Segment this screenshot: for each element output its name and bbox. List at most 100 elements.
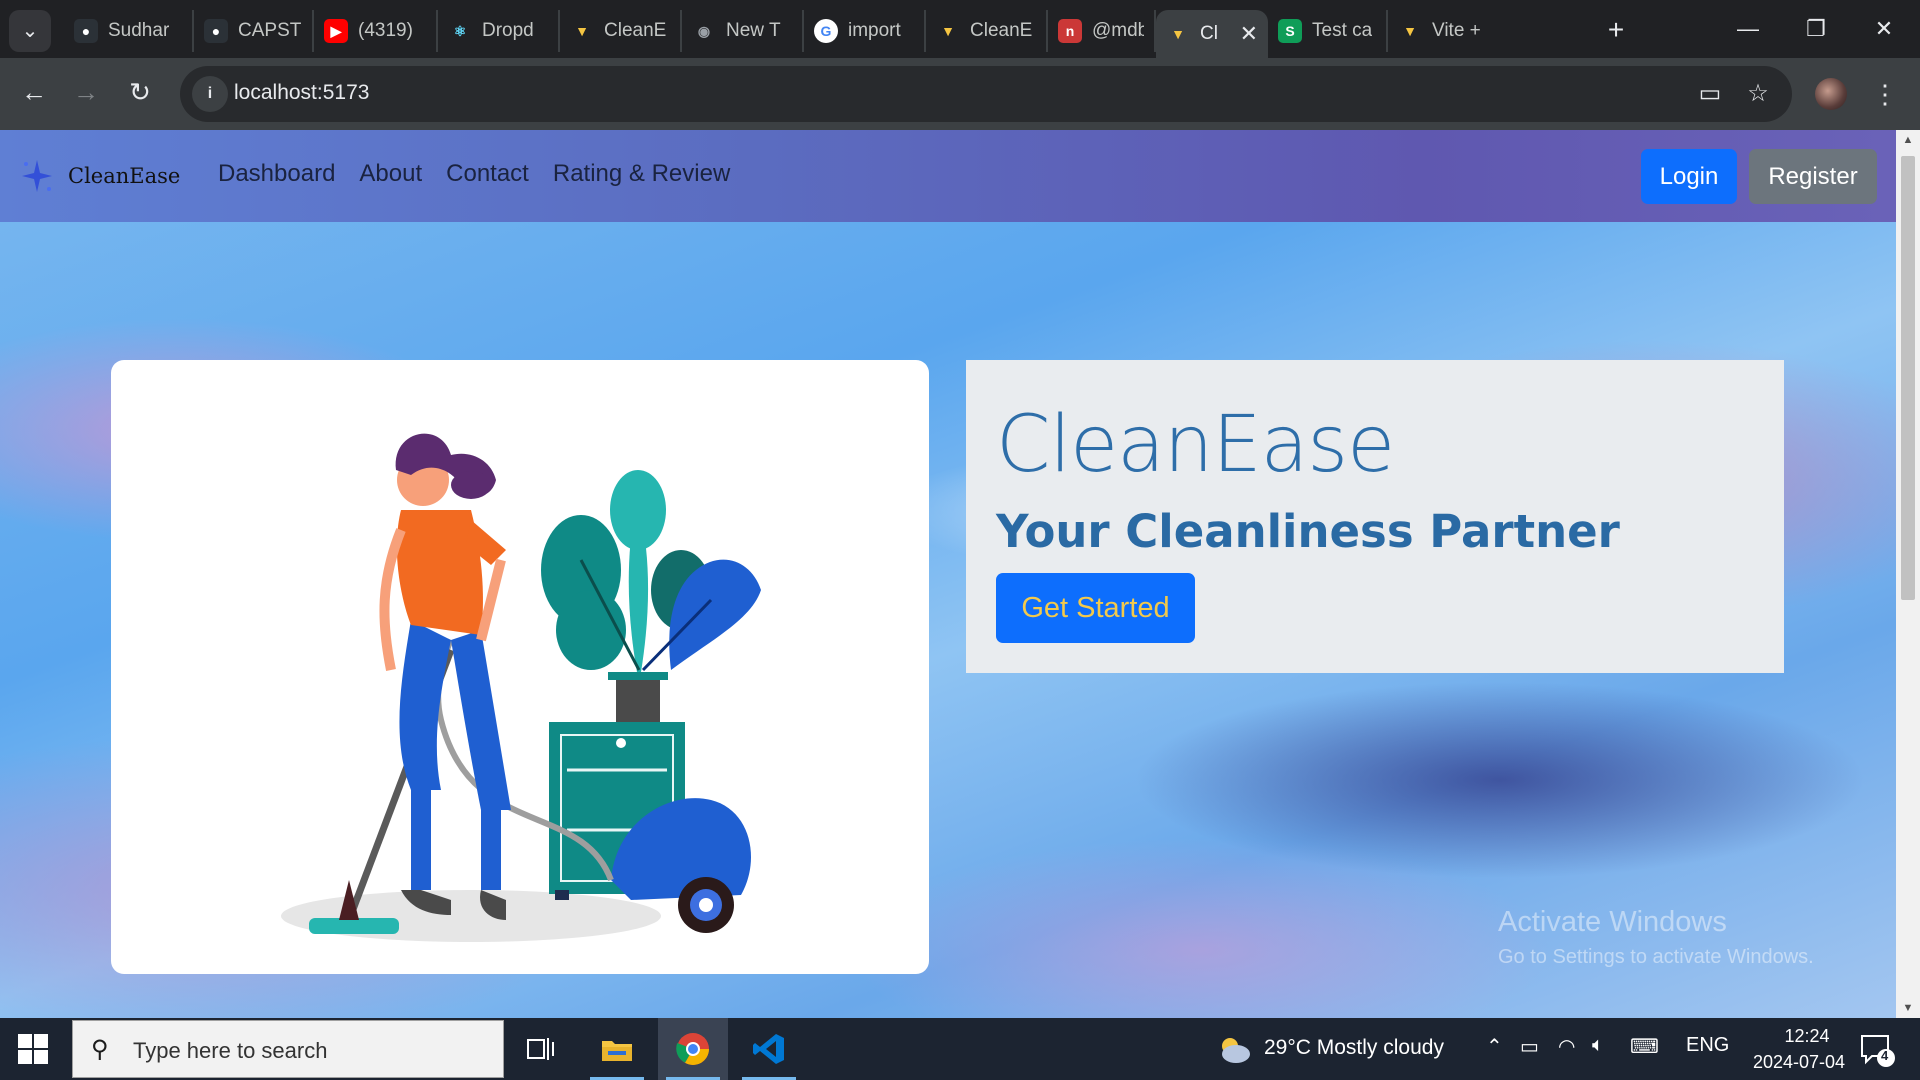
tab-list: ● Sudhar ● CAPST ▶ (4319) ⚛ Dropd ▼ Clea… bbox=[64, 10, 1498, 58]
nav-link-rating-review[interactable]: Rating & Review bbox=[553, 160, 730, 188]
tab[interactable]: ▼ Vite + bbox=[1388, 10, 1498, 52]
tab-label: import bbox=[848, 20, 901, 41]
tab[interactable]: ▶ (4319) bbox=[314, 10, 438, 52]
youtube-icon: ▶ bbox=[324, 19, 348, 43]
hero-jumbotron: CleanEase Your Cleanliness Partner Get S… bbox=[966, 360, 1784, 673]
battery-icon[interactable]: ▭ bbox=[1520, 1034, 1539, 1059]
tab[interactable]: S Test ca bbox=[1268, 10, 1388, 52]
tab-label: CAPST bbox=[238, 20, 302, 41]
show-hidden-icons-icon[interactable]: ⌃ bbox=[1486, 1034, 1503, 1059]
tab[interactable]: ● Sudhar bbox=[64, 10, 194, 52]
notification-center-icon[interactable]: 4 bbox=[1858, 1032, 1898, 1068]
window-close-icon[interactable]: ✕ bbox=[1850, 0, 1918, 58]
task-view-svg bbox=[527, 1038, 554, 1060]
profile-avatar[interactable] bbox=[1815, 78, 1847, 110]
browser-menu-icon[interactable]: ⋮ bbox=[1870, 74, 1900, 114]
tab[interactable]: n @mdb bbox=[1048, 10, 1156, 52]
sparkle-logo-icon[interactable] bbox=[20, 156, 54, 196]
tab-label: New T bbox=[726, 20, 781, 41]
notification-count: 4 bbox=[1881, 1048, 1889, 1063]
notification-svg bbox=[1861, 1035, 1895, 1067]
bookmark-star-icon[interactable]: ☆ bbox=[1742, 78, 1774, 110]
taskbar-search-box[interactable]: ⚲ Type here to search bbox=[72, 1020, 504, 1078]
back-icon[interactable]: ← bbox=[14, 72, 54, 112]
clock-time[interactable]: 12:24 bbox=[1762, 1026, 1852, 1047]
tab[interactable]: ⚛ Dropd bbox=[438, 10, 560, 52]
tab-label: CleanE bbox=[970, 20, 1033, 41]
site-info-icon[interactable]: i bbox=[192, 76, 228, 112]
register-button[interactable]: Register bbox=[1749, 149, 1877, 204]
page-viewport: CleanEase Dashboard About Contact Rating… bbox=[0, 130, 1896, 1018]
file-explorer-icon[interactable] bbox=[582, 1018, 652, 1080]
hero-title: CleanEase bbox=[996, 400, 1395, 490]
minimize-icon[interactable]: — bbox=[1714, 0, 1782, 58]
chrome-taskbar-icon[interactable] bbox=[658, 1018, 728, 1080]
vite-icon: ▼ bbox=[575, 23, 589, 39]
tab-active[interactable]: ▼ Cl ✕ bbox=[1156, 10, 1268, 58]
weather-cloud-icon[interactable] bbox=[1216, 1032, 1252, 1066]
nav-links: Dashboard About Contact Rating & Review bbox=[218, 160, 730, 188]
vscode-taskbar-icon[interactable] bbox=[734, 1018, 804, 1080]
address-bar[interactable]: i localhost:5173 ▭ ☆ bbox=[180, 66, 1792, 122]
search-placeholder[interactable]: Type here to search bbox=[133, 1038, 327, 1064]
folder-svg bbox=[602, 1041, 632, 1061]
close-tab-icon[interactable]: ✕ bbox=[1240, 21, 1258, 47]
tab[interactable]: ◉ New T bbox=[682, 10, 804, 52]
scroll-thumb[interactable] bbox=[1901, 156, 1915, 600]
clock-date[interactable]: 2024-07-04 bbox=[1734, 1052, 1864, 1073]
browser-tab-strip: ⌄ ● Sudhar ● CAPST ▶ (4319) ⚛ Dropd ▼ Cl… bbox=[0, 0, 1920, 58]
hero-illustration-card bbox=[111, 360, 929, 974]
windows-taskbar: ⚲ Type here to search 29°C Mostly cloudy… bbox=[0, 1018, 1920, 1080]
new-tab-button[interactable]: + bbox=[1598, 12, 1634, 48]
vite-icon: ▼ bbox=[941, 23, 955, 39]
scroll-up-arrow-icon[interactable]: ▲ bbox=[1896, 130, 1920, 150]
tab-label: Test ca bbox=[1312, 20, 1373, 41]
tab[interactable]: ▼ CleanE bbox=[926, 10, 1048, 52]
vite-icon: ▼ bbox=[1171, 26, 1185, 42]
brand-name[interactable]: CleanEase bbox=[68, 164, 180, 188]
get-started-button[interactable]: Get Started bbox=[996, 573, 1195, 643]
tab-label: Cl bbox=[1200, 23, 1218, 44]
github-icon: ● bbox=[204, 19, 228, 43]
task-view-icon[interactable] bbox=[506, 1018, 576, 1080]
keyboard-icon[interactable]: ⌨ bbox=[1630, 1034, 1659, 1059]
url-text[interactable]: localhost:5173 bbox=[234, 81, 369, 105]
language-indicator[interactable]: ENG bbox=[1686, 1034, 1729, 1057]
npm-icon: n bbox=[1058, 19, 1082, 43]
nav-link-about[interactable]: About bbox=[359, 160, 422, 188]
activate-windows-subtitle: Go to Settings to activate Windows. bbox=[1498, 946, 1814, 968]
tab-search-icon[interactable]: ⌄ bbox=[9, 10, 51, 52]
tab-label: Sudhar bbox=[108, 20, 170, 41]
login-button[interactable]: Login bbox=[1641, 149, 1737, 204]
windows-logo-svg bbox=[18, 1034, 48, 1064]
react-bootstrap-icon: ⚛ bbox=[453, 22, 467, 39]
reload-icon[interactable]: ↻ bbox=[120, 72, 160, 112]
weather-text[interactable]: 29°C Mostly cloudy bbox=[1264, 1036, 1444, 1060]
tab-label: CleanE bbox=[604, 20, 667, 41]
sparkle-logo-svg bbox=[22, 160, 52, 192]
windows-start-icon[interactable] bbox=[16, 1032, 50, 1066]
activate-windows-title: Activate Windows bbox=[1498, 906, 1727, 938]
search-icon: ⚲ bbox=[91, 1036, 109, 1063]
restore-icon[interactable]: ❐ bbox=[1782, 0, 1850, 58]
hero-subtitle: Your Cleanliness Partner bbox=[996, 505, 1620, 558]
chrome-svg bbox=[676, 1033, 709, 1065]
tab-label: Vite + bbox=[1432, 20, 1481, 41]
vite-icon: ▼ bbox=[1403, 23, 1417, 39]
cleaning-woman-illustration bbox=[281, 433, 761, 942]
github-icon: ● bbox=[74, 19, 98, 43]
page-scrollbar[interactable]: ▲ ▼ bbox=[1896, 130, 1920, 1018]
forward-icon[interactable]: → bbox=[66, 72, 106, 112]
scroll-down-arrow-icon[interactable]: ▼ bbox=[1896, 998, 1920, 1018]
volume-icon[interactable]: 🔈︎ bbox=[1592, 1034, 1604, 1057]
chrome-icon: ◉ bbox=[697, 22, 711, 39]
tab[interactable]: ● CAPST bbox=[194, 10, 314, 52]
tab-label: Dropd bbox=[482, 20, 534, 41]
card-icon[interactable]: ▭ bbox=[1694, 78, 1726, 110]
nav-link-contact[interactable]: Contact bbox=[446, 160, 529, 188]
vscode-svg bbox=[753, 1034, 784, 1064]
nav-link-dashboard[interactable]: Dashboard bbox=[218, 160, 335, 188]
wifi-icon[interactable]: ◠ bbox=[1558, 1034, 1575, 1059]
tab[interactable]: ▼ CleanE bbox=[560, 10, 682, 52]
tab[interactable]: G import bbox=[804, 10, 926, 52]
